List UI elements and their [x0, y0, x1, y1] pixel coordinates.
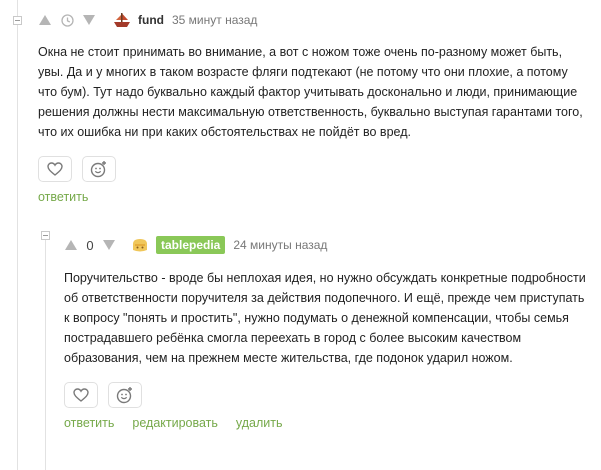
- collapse-button[interactable]: [13, 16, 22, 25]
- heart-icon: [47, 162, 63, 176]
- smiley-add-icon: [90, 161, 106, 178]
- heart-icon: [73, 388, 89, 402]
- downvote-button[interactable]: [82, 13, 96, 27]
- add-reaction-button[interactable]: [82, 156, 116, 182]
- edit-link[interactable]: редактировать: [132, 416, 218, 430]
- smiley-add-icon: [116, 387, 132, 404]
- comment-actions: [64, 382, 594, 408]
- triangle-down-icon: [83, 15, 95, 25]
- collapse-button[interactable]: [41, 231, 50, 240]
- triangle-down-icon: [103, 240, 115, 250]
- user-avatar-ship-icon[interactable]: [112, 10, 132, 30]
- comment-links: ответить редактировать удалить: [64, 416, 594, 430]
- like-button[interactable]: [38, 156, 72, 182]
- upvote-button[interactable]: [64, 238, 78, 252]
- user-avatar-icon[interactable]: [130, 235, 150, 255]
- like-button[interactable]: [64, 382, 98, 408]
- comment-score: 0: [86, 237, 94, 253]
- comment-actions: [38, 156, 593, 182]
- comment-text: Окна не стоит принимать во внимание, а в…: [38, 45, 583, 139]
- comment-author[interactable]: fund: [138, 13, 164, 27]
- delete-link[interactable]: удалить: [236, 416, 283, 430]
- comment-text: Поручительство - вроде бы неплохая идея,…: [64, 271, 586, 365]
- thread-line: [17, 0, 18, 470]
- comment-timestamp: 35 минут назад: [172, 13, 258, 27]
- triangle-up-icon: [39, 15, 51, 25]
- comment-fund: fund 35 минут назад Окна не стоит приним…: [38, 10, 593, 204]
- comment-links: ответить: [38, 190, 593, 204]
- comment-header: fund 35 минут назад: [38, 10, 593, 30]
- downvote-button[interactable]: [102, 238, 116, 252]
- pending-clock-icon: [60, 13, 74, 27]
- comment-timestamp: 24 минуты назад: [233, 238, 328, 252]
- upvote-button[interactable]: [38, 13, 52, 27]
- triangle-up-icon: [65, 240, 77, 250]
- add-reaction-button[interactable]: [108, 382, 142, 408]
- comment-author[interactable]: tablepedia: [156, 236, 226, 254]
- reply-link[interactable]: ответить: [38, 190, 88, 204]
- reply-link[interactable]: ответить: [64, 416, 114, 430]
- comment-tablepedia: 0 tablepedia 24 минуты назад Поручительс…: [64, 235, 594, 430]
- thread-line-nested: [45, 240, 46, 470]
- comment-header: 0 tablepedia 24 минуты назад: [64, 235, 594, 255]
